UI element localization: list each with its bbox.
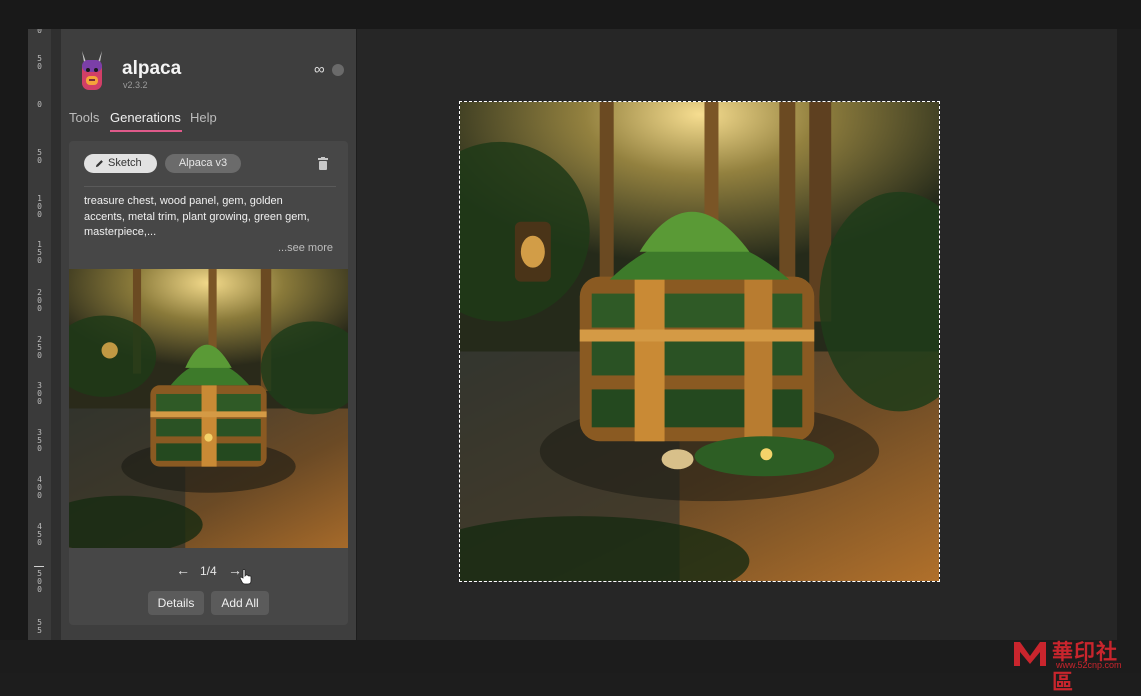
treasure-chest-image [69, 269, 348, 548]
ruler-tick: 3 5 0 [37, 428, 42, 453]
ruler-tick: 2 0 0 [37, 288, 42, 313]
window-left-edge [0, 29, 28, 640]
generation-thumbnail[interactable] [69, 269, 348, 548]
mode-chip-label: Sketch [108, 157, 142, 169]
ruler-marker [34, 566, 44, 567]
ruler-tick: 1 5 0 [37, 240, 42, 265]
hand-cursor-icon [239, 569, 252, 585]
window-top-bar [0, 0, 1141, 29]
app-version: v2.3.2 [123, 80, 148, 90]
mode-chip[interactable]: Sketch [84, 154, 157, 173]
arrow-left-icon[interactable]: ← [176, 562, 190, 578]
ruler-tick: 2 5 0 [37, 335, 42, 360]
infinity-icon[interactable]: ∞ [314, 61, 325, 78]
vertical-ruler: 0 5 0 0 5 0 1 0 0 1 5 0 2 0 0 2 5 0 3 0 … [28, 29, 52, 640]
trash-icon[interactable] [318, 157, 328, 170]
add-all-button[interactable]: Add All [211, 591, 269, 615]
treasure-chest-image [460, 102, 939, 581]
status-indicator[interactable] [332, 64, 344, 76]
window-bottom-bar [0, 640, 1141, 673]
watermark-url: www.52cnp.com [1056, 660, 1122, 670]
document-canvas[interactable] [357, 29, 1117, 640]
ruler-tick: 5 0 [37, 148, 42, 165]
model-chip[interactable]: Alpaca v3 [165, 154, 241, 173]
watermark: 華印社區 www.52cnp.com [1012, 636, 1138, 694]
alpaca-logo-icon [82, 51, 102, 90]
card-divider [84, 186, 336, 187]
see-more-link[interactable]: ...see more [278, 242, 333, 254]
ruler-divider [51, 29, 61, 640]
ruler-tick: 4 5 0 [37, 522, 42, 547]
tab-tools[interactable]: Tools [69, 110, 99, 125]
ruler-tick: 0 [37, 29, 42, 35]
window-right-edge [1117, 29, 1141, 640]
watermark-logo-icon [1014, 642, 1046, 666]
active-tab-indicator [110, 130, 182, 132]
ruler-tick: 1 0 0 [37, 194, 42, 219]
ruler-tick: 4 0 0 [37, 475, 42, 500]
tab-generations[interactable]: Generations [110, 110, 181, 125]
plugin-panel: alpaca v2.3.2 ∞ Tools Generations Help S… [61, 29, 356, 640]
ruler-tick: 5 0 [37, 54, 42, 71]
ruler-tick: 5 0 0 [37, 569, 42, 594]
app-title: alpaca [122, 58, 182, 79]
ruler-tick: 3 0 0 [37, 381, 42, 406]
canvas-image[interactable] [459, 101, 940, 582]
ruler-tick: 0 [37, 100, 42, 109]
pencil-icon [95, 160, 103, 168]
page-indicator: 1/4 [200, 564, 217, 578]
details-button[interactable]: Details [148, 591, 204, 615]
pagination: ← 1/4 → [69, 562, 348, 585]
ruler-tick: 5 5 [37, 618, 42, 635]
prompt-text: treasure chest, wood panel, gem, golden … [84, 195, 310, 238]
generation-card: Sketch Alpaca v3 treasure chest, wood pa… [69, 141, 348, 625]
tab-help[interactable]: Help [190, 110, 217, 125]
